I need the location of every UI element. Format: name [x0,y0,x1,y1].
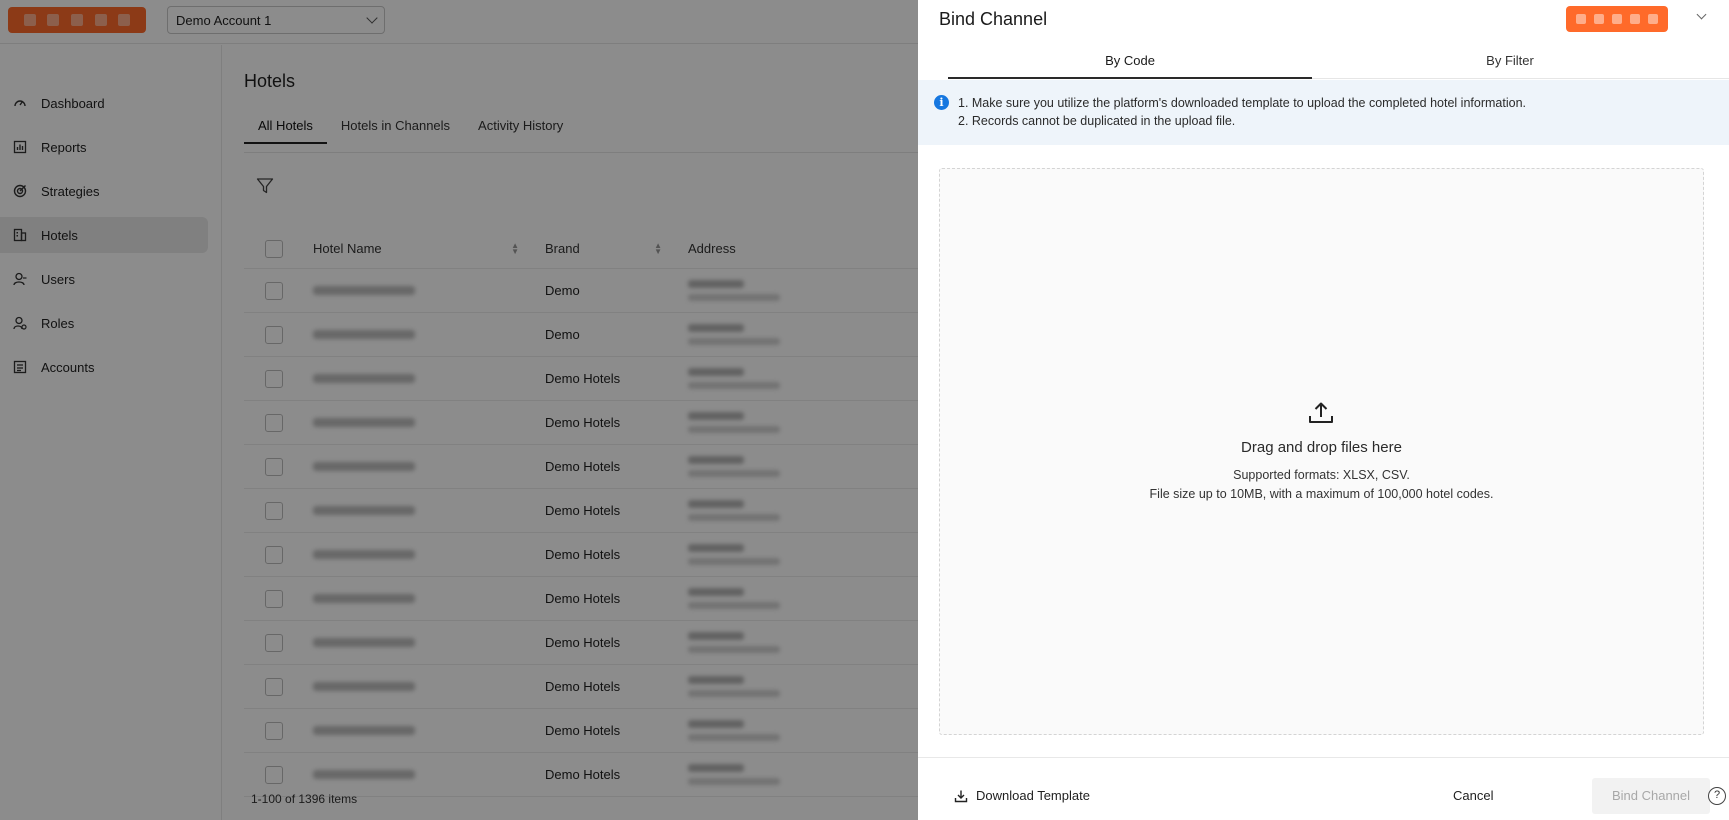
drawer-title: Bind Channel [939,9,1048,29]
tab-by-code[interactable]: By Code [948,53,1312,79]
cancel-button[interactable]: Cancel [1453,788,1493,803]
info-icon: i [934,95,949,110]
file-dropzone[interactable]: Drag and drop files here Supported forma… [939,168,1704,735]
dropzone-formats: Supported formats: XLSX, CSV. [1233,468,1410,482]
dropzone-title: Drag and drop files here [1241,439,1402,456]
drawer-header: Bind Channel [918,0,1729,44]
download-template-label: Download Template [976,788,1090,803]
notice-line-1: 1. Make sure you utilize the platform's … [958,96,1526,110]
dropzone-limit: File size up to 10MB, with a maximum of … [1149,487,1494,501]
tab-by-filter[interactable]: By Filter [1312,53,1708,79]
upload-icon [1308,401,1334,428]
download-template-button[interactable]: Download Template [954,788,1090,803]
bind-channel-drawer: Bind Channel By Code By Filter i 1. Make… [918,0,1729,820]
brand-logo [1566,6,1668,32]
drawer-tabs: By Code By Filter [948,44,1729,79]
chevron-down-icon[interactable] [1696,9,1707,20]
modal-overlay[interactable] [0,0,918,820]
drawer-footer: Download Template Cancel Bind Channel ? [918,757,1729,820]
help-icon[interactable]: ? [1708,787,1726,805]
info-notice: i 1. Make sure you utilize the platform'… [918,80,1729,145]
notice-line-2: 2. Records cannot be duplicated in the u… [958,114,1236,128]
download-icon [954,790,968,802]
bind-channel-button[interactable]: Bind Channel [1592,778,1710,814]
